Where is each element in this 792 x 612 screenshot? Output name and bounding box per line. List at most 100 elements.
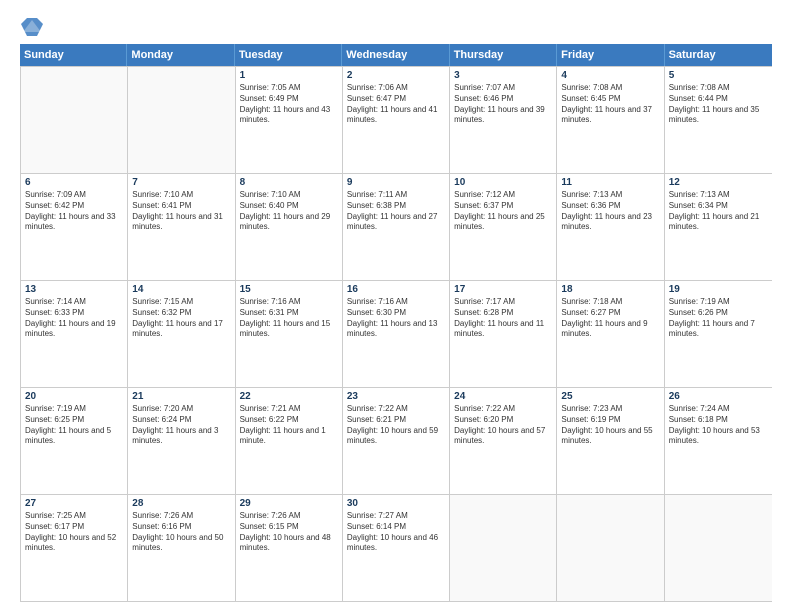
calendar: SundayMondayTuesdayWednesdayThursdayFrid… [20,44,772,602]
day-number: 14 [132,284,230,295]
day-number: 29 [240,498,338,509]
day-cell-16: 16 Sunrise: 7:16 AM Sunset: 6:30 PM Dayli… [343,281,450,387]
weekday-header-sunday: Sunday [20,44,127,66]
day-info: Sunrise: 7:10 AM Sunset: 6:41 PM Dayligh… [132,190,230,233]
day-cell-4: 4 Sunrise: 7:08 AM Sunset: 6:45 PM Daylig… [557,67,664,173]
day-info: Sunrise: 7:19 AM Sunset: 6:25 PM Dayligh… [25,404,123,447]
day-number: 11 [561,177,659,188]
day-cell-18: 18 Sunrise: 7:18 AM Sunset: 6:27 PM Dayli… [557,281,664,387]
day-info: Sunrise: 7:16 AM Sunset: 6:31 PM Dayligh… [240,297,338,340]
day-number: 27 [25,498,123,509]
day-cell-empty-4-5 [557,495,664,601]
day-cell-13: 13 Sunrise: 7:14 AM Sunset: 6:33 PM Dayli… [21,281,128,387]
day-cell-25: 25 Sunrise: 7:23 AM Sunset: 6:19 PM Dayli… [557,388,664,494]
day-info: Sunrise: 7:08 AM Sunset: 6:44 PM Dayligh… [669,83,768,126]
weekday-header-monday: Monday [127,44,234,66]
day-cell-empty-0-0 [21,67,128,173]
calendar-row-5: 27Sunrise: 7:25 AM Sunset: 6:17 PM Dayli… [21,494,772,601]
day-info: Sunrise: 7:11 AM Sunset: 6:38 PM Dayligh… [347,190,445,233]
day-cell-22: 22Sunrise: 7:21 AM Sunset: 6:22 PM Dayli… [236,388,343,494]
day-number: 13 [25,284,123,295]
logo-icon [21,18,43,36]
day-number: 9 [347,177,445,188]
day-number: 12 [669,177,768,188]
day-number: 25 [561,391,659,402]
day-cell-20: 20 Sunrise: 7:19 AM Sunset: 6:25 PM Dayli… [21,388,128,494]
day-info: Sunrise: 7:06 AM Sunset: 6:47 PM Dayligh… [347,83,445,126]
day-cell-5: 5 Sunrise: 7:08 AM Sunset: 6:44 PM Daylig… [665,67,772,173]
day-info: Sunrise: 7:16 AM Sunset: 6:30 PM Dayligh… [347,297,445,340]
day-info: Sunrise: 7:13 AM Sunset: 6:34 PM Dayligh… [669,190,768,233]
calendar-row-3: 13 Sunrise: 7:14 AM Sunset: 6:33 PM Dayli… [21,280,772,387]
day-info: Sunrise: 7:19 AM Sunset: 6:26 PM Dayligh… [669,297,768,340]
day-info: Sunrise: 7:20 AM Sunset: 6:24 PM Dayligh… [132,404,230,447]
day-number: 19 [669,284,768,295]
weekday-header-friday: Friday [557,44,664,66]
day-cell-6: 6Sunrise: 7:09 AM Sunset: 6:42 PM Daylig… [21,174,128,280]
calendar-body: 1 Sunrise: 7:05 AM Sunset: 6:49 PM Daylig… [20,66,772,602]
logo-general [20,18,43,36]
day-number: 18 [561,284,659,295]
day-number: 3 [454,70,552,81]
day-info: Sunrise: 7:27 AM Sunset: 6:14 PM Dayligh… [347,511,445,554]
day-number: 28 [132,498,230,509]
day-info: Sunrise: 7:05 AM Sunset: 6:49 PM Dayligh… [240,83,338,126]
calendar-row-4: 20 Sunrise: 7:19 AM Sunset: 6:25 PM Dayli… [21,387,772,494]
weekday-header-tuesday: Tuesday [235,44,342,66]
day-info: Sunrise: 7:13 AM Sunset: 6:36 PM Dayligh… [561,190,659,233]
day-info: Sunrise: 7:22 AM Sunset: 6:21 PM Dayligh… [347,404,445,447]
day-cell-7: 7Sunrise: 7:10 AM Sunset: 6:41 PM Daylig… [128,174,235,280]
day-cell-28: 28Sunrise: 7:26 AM Sunset: 6:16 PM Dayli… [128,495,235,601]
day-cell-26: 26 Sunrise: 7:24 AM Sunset: 6:18 PM Dayli… [665,388,772,494]
day-number: 1 [240,70,338,81]
day-cell-empty-0-1 [128,67,235,173]
day-number: 20 [25,391,123,402]
day-info: Sunrise: 7:15 AM Sunset: 6:32 PM Dayligh… [132,297,230,340]
calendar-row-2: 6Sunrise: 7:09 AM Sunset: 6:42 PM Daylig… [21,173,772,280]
day-number: 21 [132,391,230,402]
day-number: 5 [669,70,768,81]
day-number: 24 [454,391,552,402]
day-number: 8 [240,177,338,188]
day-info: Sunrise: 7:22 AM Sunset: 6:20 PM Dayligh… [454,404,552,447]
day-number: 10 [454,177,552,188]
day-number: 22 [240,391,338,402]
day-info: Sunrise: 7:17 AM Sunset: 6:28 PM Dayligh… [454,297,552,340]
day-cell-empty-4-4 [450,495,557,601]
day-info: Sunrise: 7:23 AM Sunset: 6:19 PM Dayligh… [561,404,659,447]
day-number: 6 [25,177,123,188]
day-cell-1: 1 Sunrise: 7:05 AM Sunset: 6:49 PM Daylig… [236,67,343,173]
day-cell-11: 11 Sunrise: 7:13 AM Sunset: 6:36 PM Dayli… [557,174,664,280]
day-cell-23: 23 Sunrise: 7:22 AM Sunset: 6:21 PM Dayli… [343,388,450,494]
day-info: Sunrise: 7:24 AM Sunset: 6:18 PM Dayligh… [669,404,768,447]
day-number: 23 [347,391,445,402]
day-number: 26 [669,391,768,402]
day-cell-17: 17Sunrise: 7:17 AM Sunset: 6:28 PM Dayli… [450,281,557,387]
calendar-header: SundayMondayTuesdayWednesdayThursdayFrid… [20,44,772,66]
day-info: Sunrise: 7:26 AM Sunset: 6:15 PM Dayligh… [240,511,338,554]
day-info: Sunrise: 7:18 AM Sunset: 6:27 PM Dayligh… [561,297,659,340]
day-cell-empty-4-6 [665,495,772,601]
day-number: 15 [240,284,338,295]
day-info: Sunrise: 7:12 AM Sunset: 6:37 PM Dayligh… [454,190,552,233]
calendar-row-1: 1 Sunrise: 7:05 AM Sunset: 6:49 PM Daylig… [21,66,772,173]
day-cell-8: 8 Sunrise: 7:10 AM Sunset: 6:40 PM Daylig… [236,174,343,280]
day-cell-15: 15 Sunrise: 7:16 AM Sunset: 6:31 PM Dayli… [236,281,343,387]
weekday-header-wednesday: Wednesday [342,44,449,66]
weekday-header-thursday: Thursday [450,44,557,66]
header [20,18,772,36]
day-cell-24: 24 Sunrise: 7:22 AM Sunset: 6:20 PM Dayli… [450,388,557,494]
day-info: Sunrise: 7:10 AM Sunset: 6:40 PM Dayligh… [240,190,338,233]
day-number: 4 [561,70,659,81]
day-cell-27: 27Sunrise: 7:25 AM Sunset: 6:17 PM Dayli… [21,495,128,601]
day-info: Sunrise: 7:14 AM Sunset: 6:33 PM Dayligh… [25,297,123,340]
day-number: 30 [347,498,445,509]
weekday-header-saturday: Saturday [665,44,772,66]
day-number: 16 [347,284,445,295]
day-cell-19: 19 Sunrise: 7:19 AM Sunset: 6:26 PM Dayli… [665,281,772,387]
day-cell-3: 3Sunrise: 7:07 AM Sunset: 6:46 PM Daylig… [450,67,557,173]
day-cell-12: 12 Sunrise: 7:13 AM Sunset: 6:34 PM Dayli… [665,174,772,280]
day-cell-29: 29 Sunrise: 7:26 AM Sunset: 6:15 PM Dayli… [236,495,343,601]
day-info: Sunrise: 7:08 AM Sunset: 6:45 PM Dayligh… [561,83,659,126]
logo-text [20,18,43,36]
